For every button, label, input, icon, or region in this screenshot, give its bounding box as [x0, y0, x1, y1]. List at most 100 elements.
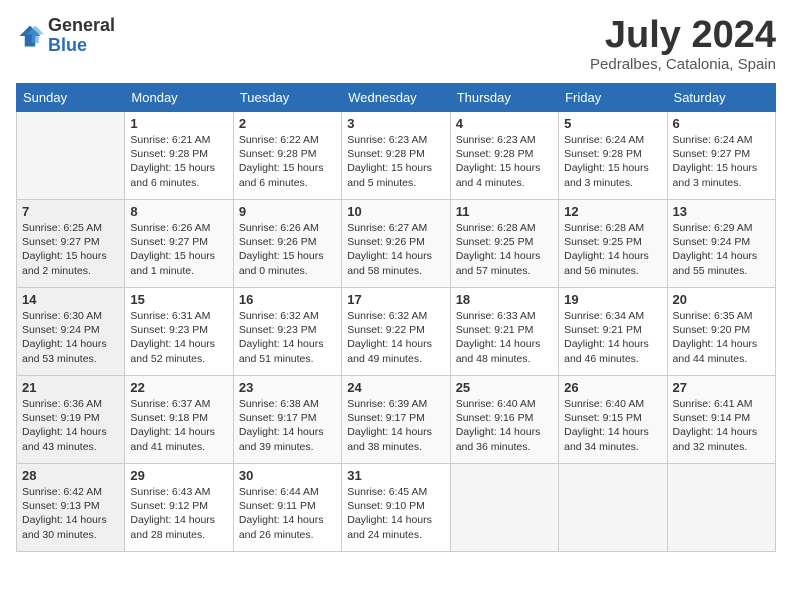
- day-number: 23: [239, 380, 336, 395]
- day-info: Sunrise: 6:40 AM Sunset: 9:15 PM Dayligh…: [564, 397, 661, 454]
- title-block: July 2024 Pedralbes, Catalonia, Spain: [590, 16, 776, 73]
- day-info: Sunrise: 6:30 AM Sunset: 9:24 PM Dayligh…: [22, 309, 119, 366]
- day-info: Sunrise: 6:26 AM Sunset: 9:26 PM Dayligh…: [239, 221, 336, 278]
- calendar-cell: 3 Sunrise: 6:23 AM Sunset: 9:28 PM Daylig…: [342, 112, 450, 200]
- calendar-cell: 9 Sunrise: 6:26 AM Sunset: 9:26 PM Daylig…: [233, 200, 341, 288]
- day-number: 19: [564, 292, 661, 307]
- calendar-cell: 28 Sunrise: 6:42 AM Sunset: 9:13 PM Dayli…: [17, 464, 125, 552]
- day-number: 29: [130, 468, 227, 483]
- calendar-cell: 21 Sunrise: 6:36 AM Sunset: 9:19 PM Dayli…: [17, 376, 125, 464]
- calendar-week-row: 21 Sunrise: 6:36 AM Sunset: 9:19 PM Dayli…: [17, 376, 776, 464]
- day-info: Sunrise: 6:27 AM Sunset: 9:26 PM Dayligh…: [347, 221, 444, 278]
- calendar-header: SundayMondayTuesdayWednesdayThursdayFrid…: [17, 84, 776, 112]
- day-number: 15: [130, 292, 227, 307]
- day-number: 18: [456, 292, 553, 307]
- day-number: 20: [673, 292, 770, 307]
- calendar-week-row: 7 Sunrise: 6:25 AM Sunset: 9:27 PM Daylig…: [17, 200, 776, 288]
- calendar-cell: 29Sunrise: 6:43 AM Sunset: 9:12 PM Dayli…: [125, 464, 233, 552]
- weekday-header-monday: Monday: [125, 84, 233, 112]
- calendar-cell: 31 Sunrise: 6:45 AM Sunset: 9:10 PM Dayli…: [342, 464, 450, 552]
- calendar-cell: 12Sunrise: 6:28 AM Sunset: 9:25 PM Dayli…: [559, 200, 667, 288]
- day-info: Sunrise: 6:32 AM Sunset: 9:22 PM Dayligh…: [347, 309, 444, 366]
- calendar-cell: 5 Sunrise: 6:24 AM Sunset: 9:28 PM Daylig…: [559, 112, 667, 200]
- day-info: Sunrise: 6:24 AM Sunset: 9:27 PM Dayligh…: [673, 133, 770, 190]
- calendar-week-row: 1Sunrise: 6:21 AM Sunset: 9:28 PM Daylig…: [17, 112, 776, 200]
- calendar-cell: 8 Sunrise: 6:26 AM Sunset: 9:27 PM Daylig…: [125, 200, 233, 288]
- day-info: Sunrise: 6:41 AM Sunset: 9:14 PM Dayligh…: [673, 397, 770, 454]
- day-info: Sunrise: 6:34 AM Sunset: 9:21 PM Dayligh…: [564, 309, 661, 366]
- calendar-cell: 11Sunrise: 6:28 AM Sunset: 9:25 PM Dayli…: [450, 200, 558, 288]
- day-info: Sunrise: 6:39 AM Sunset: 9:17 PM Dayligh…: [347, 397, 444, 454]
- logo-blue-text: Blue: [48, 36, 115, 56]
- weekday-header-wednesday: Wednesday: [342, 84, 450, 112]
- logo-icon: [16, 22, 44, 50]
- calendar-cell: 17 Sunrise: 6:32 AM Sunset: 9:22 PM Dayli…: [342, 288, 450, 376]
- calendar-cell: 19 Sunrise: 6:34 AM Sunset: 9:21 PM Dayli…: [559, 288, 667, 376]
- day-info: Sunrise: 6:45 AM Sunset: 9:10 PM Dayligh…: [347, 485, 444, 542]
- calendar-cell: 16 Sunrise: 6:32 AM Sunset: 9:23 PM Dayli…: [233, 288, 341, 376]
- day-number: 9: [239, 204, 336, 219]
- weekday-header-tuesday: Tuesday: [233, 84, 341, 112]
- calendar-cell: 7 Sunrise: 6:25 AM Sunset: 9:27 PM Daylig…: [17, 200, 125, 288]
- day-info: Sunrise: 6:36 AM Sunset: 9:19 PM Dayligh…: [22, 397, 119, 454]
- day-number: 22: [130, 380, 227, 395]
- page-header: General Blue July 2024 Pedralbes, Catalo…: [16, 16, 776, 73]
- calendar-cell: 1Sunrise: 6:21 AM Sunset: 9:28 PM Daylig…: [125, 112, 233, 200]
- day-info: Sunrise: 6:24 AM Sunset: 9:28 PM Dayligh…: [564, 133, 661, 190]
- day-info: Sunrise: 6:22 AM Sunset: 9:28 PM Dayligh…: [239, 133, 336, 190]
- day-info: Sunrise: 6:23 AM Sunset: 9:28 PM Dayligh…: [347, 133, 444, 190]
- calendar-cell: 22 Sunrise: 6:37 AM Sunset: 9:18 PM Dayli…: [125, 376, 233, 464]
- weekday-header-thursday: Thursday: [450, 84, 558, 112]
- calendar-week-row: 14Sunrise: 6:30 AM Sunset: 9:24 PM Dayli…: [17, 288, 776, 376]
- calendar-body: 1Sunrise: 6:21 AM Sunset: 9:28 PM Daylig…: [17, 112, 776, 552]
- day-number: 10: [347, 204, 444, 219]
- day-info: Sunrise: 6:33 AM Sunset: 9:21 PM Dayligh…: [456, 309, 553, 366]
- day-number: 6: [673, 116, 770, 131]
- calendar-cell: 18 Sunrise: 6:33 AM Sunset: 9:21 PM Dayli…: [450, 288, 558, 376]
- calendar-cell: 30 Sunrise: 6:44 AM Sunset: 9:11 PM Dayli…: [233, 464, 341, 552]
- day-info: Sunrise: 6:26 AM Sunset: 9:27 PM Dayligh…: [130, 221, 227, 278]
- calendar-cell: 10 Sunrise: 6:27 AM Sunset: 9:26 PM Dayli…: [342, 200, 450, 288]
- day-number: 2: [239, 116, 336, 131]
- calendar-cell: 24Sunrise: 6:39 AM Sunset: 9:17 PM Dayli…: [342, 376, 450, 464]
- day-number: 3: [347, 116, 444, 131]
- day-info: Sunrise: 6:38 AM Sunset: 9:17 PM Dayligh…: [239, 397, 336, 454]
- calendar-cell: 4Sunrise: 6:23 AM Sunset: 9:28 PM Daylig…: [450, 112, 558, 200]
- calendar-cell: 23 Sunrise: 6:38 AM Sunset: 9:17 PM Dayli…: [233, 376, 341, 464]
- day-info: Sunrise: 6:44 AM Sunset: 9:11 PM Dayligh…: [239, 485, 336, 542]
- day-info: Sunrise: 6:29 AM Sunset: 9:24 PM Dayligh…: [673, 221, 770, 278]
- day-info: Sunrise: 6:31 AM Sunset: 9:23 PM Dayligh…: [130, 309, 227, 366]
- day-number: 13: [673, 204, 770, 219]
- day-number: 28: [22, 468, 119, 483]
- calendar-cell: 14Sunrise: 6:30 AM Sunset: 9:24 PM Dayli…: [17, 288, 125, 376]
- day-number: 27: [673, 380, 770, 395]
- day-number: 26: [564, 380, 661, 395]
- day-number: 17: [347, 292, 444, 307]
- weekday-header-friday: Friday: [559, 84, 667, 112]
- day-number: 30: [239, 468, 336, 483]
- calendar-week-row: 28 Sunrise: 6:42 AM Sunset: 9:13 PM Dayli…: [17, 464, 776, 552]
- calendar-cell: 13 Sunrise: 6:29 AM Sunset: 9:24 PM Dayli…: [667, 200, 775, 288]
- day-number: 8: [130, 204, 227, 219]
- day-info: Sunrise: 6:25 AM Sunset: 9:27 PM Dayligh…: [22, 221, 119, 278]
- day-info: Sunrise: 6:37 AM Sunset: 9:18 PM Dayligh…: [130, 397, 227, 454]
- day-number: 21: [22, 380, 119, 395]
- day-info: Sunrise: 6:23 AM Sunset: 9:28 PM Dayligh…: [456, 133, 553, 190]
- day-info: Sunrise: 6:42 AM Sunset: 9:13 PM Dayligh…: [22, 485, 119, 542]
- day-number: 5: [564, 116, 661, 131]
- day-info: Sunrise: 6:32 AM Sunset: 9:23 PM Dayligh…: [239, 309, 336, 366]
- calendar-cell: [450, 464, 558, 552]
- day-number: 11: [456, 204, 553, 219]
- calendar-cell: 2 Sunrise: 6:22 AM Sunset: 9:28 PM Daylig…: [233, 112, 341, 200]
- logo-text: General Blue: [48, 16, 115, 56]
- day-number: 1: [130, 116, 227, 131]
- day-number: 16: [239, 292, 336, 307]
- day-number: 31: [347, 468, 444, 483]
- day-number: 12: [564, 204, 661, 219]
- calendar-table: SundayMondayTuesdayWednesdayThursdayFrid…: [16, 83, 776, 552]
- calendar-cell: [559, 464, 667, 552]
- day-number: 7: [22, 204, 119, 219]
- logo-general-text: General: [48, 16, 115, 36]
- weekday-header-saturday: Saturday: [667, 84, 775, 112]
- calendar-cell: 15 Sunrise: 6:31 AM Sunset: 9:23 PM Dayli…: [125, 288, 233, 376]
